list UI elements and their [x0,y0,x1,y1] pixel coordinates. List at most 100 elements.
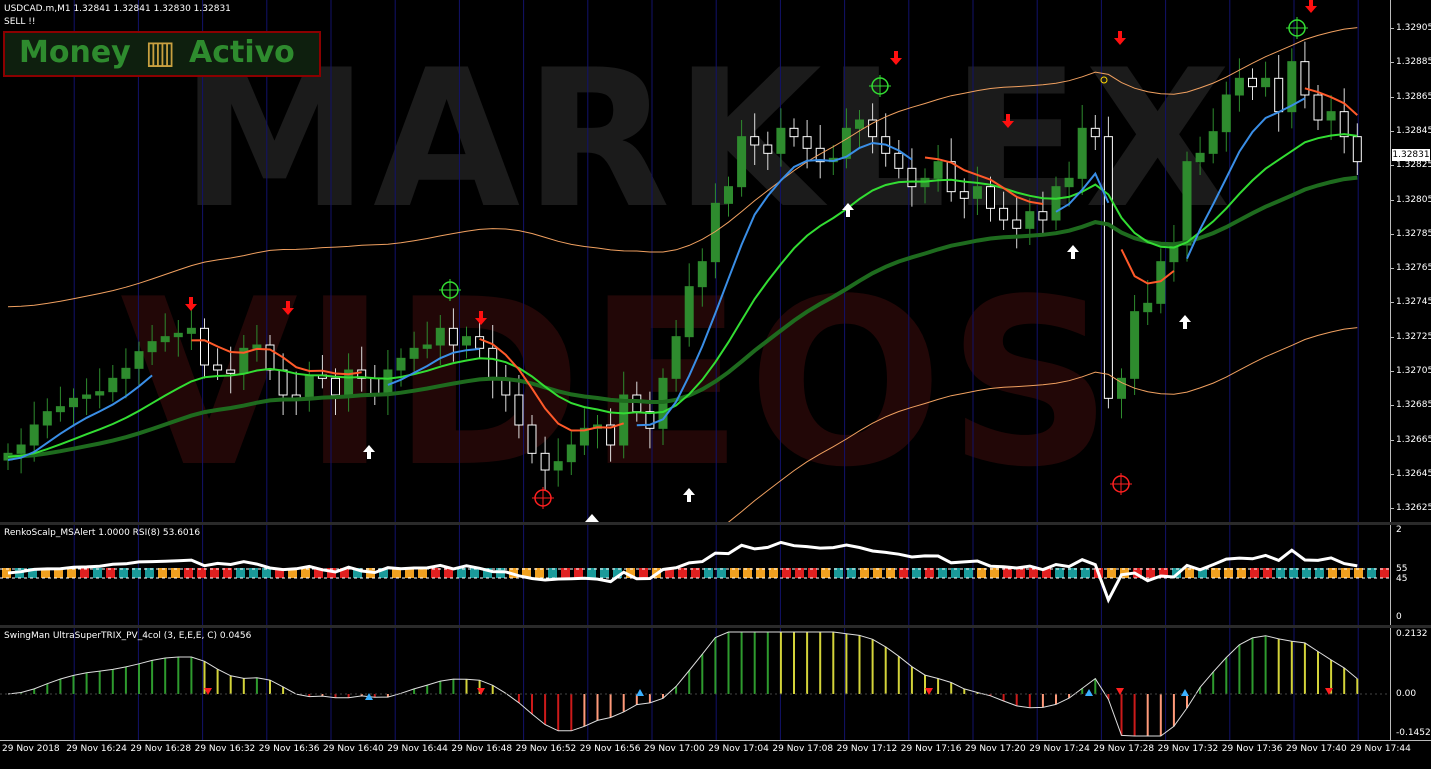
candle-body [422,344,432,349]
time-label: 29 Nov 16:36 [258,744,320,754]
price-label: 1.32625 [1396,503,1431,514]
candle-body [1130,311,1140,379]
candle-body [226,369,236,374]
candle-body [1261,77,1271,88]
candle-body [1143,302,1153,313]
candle-body [16,444,26,454]
price-tick [1390,165,1394,167]
candle-body [645,411,655,429]
trix-indicator-pane[interactable]: SwingMan UltraSuperTRIX_PV_4col (3, E,E,… [0,628,1390,740]
candle-body [999,207,1009,221]
time-label: 29 Nov 16:56 [579,744,641,754]
time-label: 29 Nov 16:52 [515,744,577,754]
price-tick [1390,336,1394,338]
price-tick [1390,371,1394,372]
candle-body [396,357,406,371]
trix-buy-arrow-icon [1085,689,1093,696]
candle-body [304,374,314,399]
candle-body [488,347,498,379]
symbol-info: USDCAD.m,M1 1.32841 1.32841 1.32830 1.32… [4,4,231,14]
candle-body [95,391,105,396]
candle-body [186,327,196,334]
rsi-level-top: 2 [1396,525,1402,535]
price-label: 1.32785 [1396,228,1431,239]
candle-body [134,351,144,369]
candle-body [894,152,904,169]
buy-arrow-icon [363,445,375,459]
slow-ma-line [7,175,1358,459]
logo-text-left: Money [19,35,131,70]
candle-body [855,119,864,129]
candle-body [121,367,131,379]
candle-body [1012,219,1022,229]
candle-body [1221,94,1231,133]
candle-body [763,144,773,154]
price-tick [1390,508,1394,510]
time-label: 29 Nov 16:24 [66,744,127,754]
candle-body [1090,127,1100,138]
candle-body [42,411,52,426]
candle-body [1352,136,1362,163]
price-label: 1.32825 [1396,160,1431,171]
candle-body [946,161,956,193]
candle-body [933,161,943,179]
candle-body [448,327,458,346]
candle-body [1064,177,1074,188]
candle-body [776,127,786,154]
trix-buy-arrow-icon [636,689,644,696]
price-tick [1390,96,1394,98]
sell-arrow-icon [282,301,294,315]
trix-line [7,631,1358,737]
candle-body [200,327,209,366]
price-label: 1.32805 [1396,194,1431,205]
trix-level-top: 0.2132 [1396,629,1428,639]
candle-body [55,406,65,413]
candle-body [697,261,707,288]
sell-arrow-icon [185,297,197,311]
candle-body [252,344,262,349]
candle-body [540,452,550,471]
candle-body [29,424,39,446]
candle-body [868,119,878,138]
candle-body [331,377,340,396]
price-label: 1.32905 [1396,23,1431,33]
price-chart-pane[interactable]: MARKLEX VIDEOS Money ▥ Activo USDCAD.m,M… [0,0,1390,522]
trix-svg [0,628,1390,740]
candle-body [514,394,524,426]
time-label: 29 Nov 17:40 [1286,744,1347,754]
current-price-marker: 1.32831 [1392,149,1430,161]
candle-body [527,424,537,454]
candle-body [1274,77,1284,113]
candle-body [1025,211,1035,229]
sell-arrow-icon [475,311,487,325]
price-tick [1390,473,1394,475]
candle-body [108,377,118,393]
candle-body [82,394,92,399]
time-label: 29 Nov 16:44 [387,744,448,754]
rsi-indicator-pane[interactable]: RenkoScalp_MSAlert 1.0000 RSI(8) 53.6016 [0,525,1390,625]
price-tick [1390,268,1394,270]
candle-body [789,127,799,138]
time-label: 29 Nov 17:12 [836,744,898,754]
time-label: 29 Nov 2018 [2,744,60,754]
candle-body [370,377,380,396]
trix-axis [1390,628,1431,740]
price-label: 1.32885 [1396,57,1431,68]
time-label: 29 Nov 16:40 [323,744,384,754]
candle-body [1182,161,1192,246]
time-label: 29 Nov 17:32 [1157,744,1219,754]
candle-body [1234,77,1244,96]
price-tick [1390,439,1394,441]
candle-body [553,461,563,471]
candle-body [684,286,694,338]
buy-arrow-icon [683,488,695,502]
price-tick [1390,199,1394,201]
time-label: 29 Nov 17:20 [965,744,1026,754]
sell-signal-text: SELL !! [4,17,36,27]
price-label: 1.32685 [1396,400,1431,411]
price-tick [1390,233,1394,235]
trix-title: SwingMan UltraSuperTRIX_PV_4col (3, E,E,… [4,631,252,641]
candle-body [986,186,995,209]
downtrend-line [479,337,625,432]
price-tick [1390,28,1394,29]
